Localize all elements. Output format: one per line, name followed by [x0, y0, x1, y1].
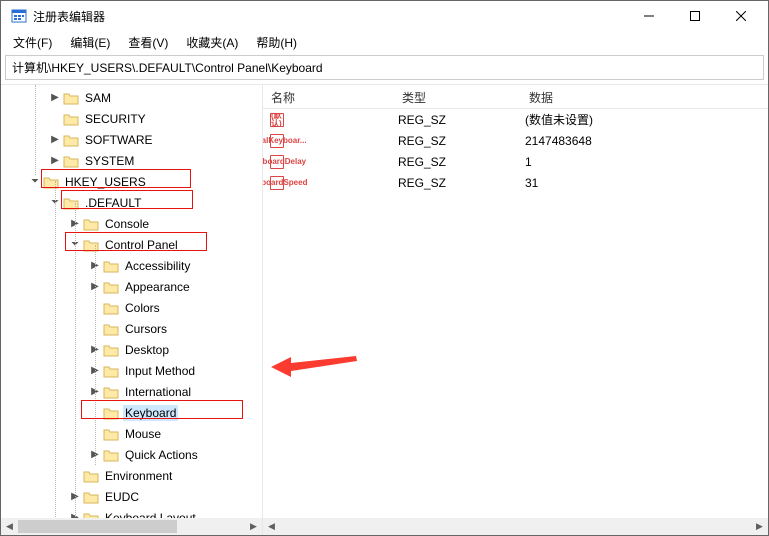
folder-icon — [63, 196, 79, 210]
menu-file[interactable]: 文件(F) — [5, 32, 60, 53]
tree-item-eudc[interactable]: ▶EUDC — [1, 486, 262, 507]
value-row[interactable]: InitialKeyboar... REG_SZ 2147483648 — [263, 130, 768, 151]
folder-icon — [83, 511, 99, 519]
folder-icon — [103, 385, 119, 399]
value-data: 2147483648 — [521, 134, 768, 148]
value-data: 1 — [521, 155, 768, 169]
value-data: 31 — [521, 176, 768, 190]
folder-icon — [63, 154, 79, 168]
tree-item-colors[interactable]: Colors — [1, 297, 262, 318]
tree-item-desktop[interactable]: ▶Desktop — [1, 339, 262, 360]
tree-item-software[interactable]: ▶SOFTWARE — [1, 129, 262, 150]
folder-icon — [103, 343, 119, 357]
menu-edit[interactable]: 编辑(E) — [62, 32, 118, 53]
tree-item-sam[interactable]: ▶SAM — [1, 87, 262, 108]
tree-item-system[interactable]: ▶SYSTEM — [1, 150, 262, 171]
folder-icon — [103, 364, 119, 378]
column-headers: 名称 类型 数据 — [263, 85, 768, 109]
value-type: REG_SZ — [394, 155, 521, 169]
address-bar[interactable]: 计算机\HKEY_USERS\.DEFAULT\Control Panel\Ke… — [5, 55, 764, 80]
folder-icon — [63, 112, 79, 126]
menu-view[interactable]: 查看(V) — [120, 32, 176, 53]
folder-icon — [83, 469, 99, 483]
tree-item-keyboard[interactable]: Keyboard — [1, 402, 262, 423]
tree-item-input-method[interactable]: ▶Input Method — [1, 360, 262, 381]
tree-item-cursors[interactable]: Cursors — [1, 318, 262, 339]
tree-item-console[interactable]: ▶Console — [1, 213, 262, 234]
tree-item-environment[interactable]: Environment — [1, 465, 262, 486]
tree-item-control-panel[interactable]: ⏷Control Panel — [1, 234, 262, 255]
value-type: REG_SZ — [394, 176, 521, 190]
chevron-down-icon[interactable]: ⏷ — [29, 176, 41, 187]
tree-item-appearance[interactable]: ▶Appearance — [1, 276, 262, 297]
scroll-right-icon[interactable]: ▶ — [751, 518, 768, 535]
tree-panel: ▶SAM SECURITY ▶SOFTWARE ▶SYSTEM ⏷HKEY_US… — [1, 85, 263, 535]
scroll-right-icon[interactable]: ▶ — [245, 518, 262, 535]
tree-horizontal-scrollbar[interactable]: ◀ ▶ — [1, 518, 262, 535]
string-value-icon: (默认) — [269, 113, 285, 127]
chevron-right-icon[interactable]: ▶ — [49, 92, 61, 103]
folder-icon — [103, 322, 119, 336]
folder-icon — [83, 217, 99, 231]
value-row[interactable]: KeyboardSpeed REG_SZ 31 — [263, 172, 768, 193]
tree-item-mouse[interactable]: Mouse — [1, 423, 262, 444]
chevron-right-icon[interactable]: ▶ — [49, 134, 61, 145]
scroll-left-icon[interactable]: ◀ — [1, 518, 18, 535]
window-title: 注册表编辑器 — [33, 8, 626, 25]
tree-item-hkey-users[interactable]: ⏷HKEY_USERS — [1, 171, 262, 192]
app-icon — [11, 8, 27, 24]
value-row[interactable]: (默认) REG_SZ (数值未设置) — [263, 109, 768, 130]
folder-icon — [103, 448, 119, 462]
tree-item-quick-actions[interactable]: ▶Quick Actions — [1, 444, 262, 465]
scroll-left-icon[interactable]: ◀ — [263, 518, 280, 535]
value-row[interactable]: KeyboardDelay REG_SZ 1 — [263, 151, 768, 172]
folder-icon — [103, 301, 119, 315]
close-button[interactable] — [718, 1, 764, 31]
tree-item-accessibility[interactable]: ▶Accessibility — [1, 255, 262, 276]
value-type: REG_SZ — [394, 113, 521, 127]
tree-item-keyboard-layout[interactable]: ▶Keyboard Layout — [1, 507, 262, 518]
folder-icon — [63, 133, 79, 147]
menu-bar: 文件(F) 编辑(E) 查看(V) 收藏夹(A) 帮助(H) — [1, 31, 768, 53]
value-type: REG_SZ — [394, 134, 521, 148]
menu-help[interactable]: 帮助(H) — [248, 32, 305, 53]
column-name[interactable]: 名称 — [263, 85, 394, 108]
folder-icon — [103, 427, 119, 441]
folder-icon — [103, 280, 119, 294]
value-data: (数值未设置) — [521, 111, 768, 128]
menu-favorites[interactable]: 收藏夹(A) — [178, 32, 246, 53]
minimize-button[interactable] — [626, 1, 672, 31]
list-horizontal-scrollbar[interactable]: ◀ ▶ — [263, 518, 768, 535]
string-value-icon: KeyboardDelay — [269, 155, 285, 169]
folder-icon — [43, 175, 59, 189]
folder-icon — [63, 91, 79, 105]
tree-item-default[interactable]: ⏷.DEFAULT — [1, 192, 262, 213]
tree-item-international[interactable]: ▶International — [1, 381, 262, 402]
tree-item-security[interactable]: SECURITY — [1, 108, 262, 129]
column-data[interactable]: 数据 — [521, 85, 768, 108]
folder-icon — [103, 259, 119, 273]
values-panel: 名称 类型 数据 (默认) REG_SZ (数值未设置) InitialKeyb… — [263, 85, 768, 535]
title-bar: 注册表编辑器 — [1, 1, 768, 31]
folder-icon — [103, 406, 119, 420]
string-value-icon: KeyboardSpeed — [269, 176, 285, 190]
folder-icon — [83, 238, 99, 252]
column-type[interactable]: 类型 — [394, 85, 521, 108]
string-value-icon: InitialKeyboar... — [269, 134, 285, 148]
chevron-right-icon[interactable]: ▶ — [49, 155, 61, 166]
maximize-button[interactable] — [672, 1, 718, 31]
folder-icon — [83, 490, 99, 504]
